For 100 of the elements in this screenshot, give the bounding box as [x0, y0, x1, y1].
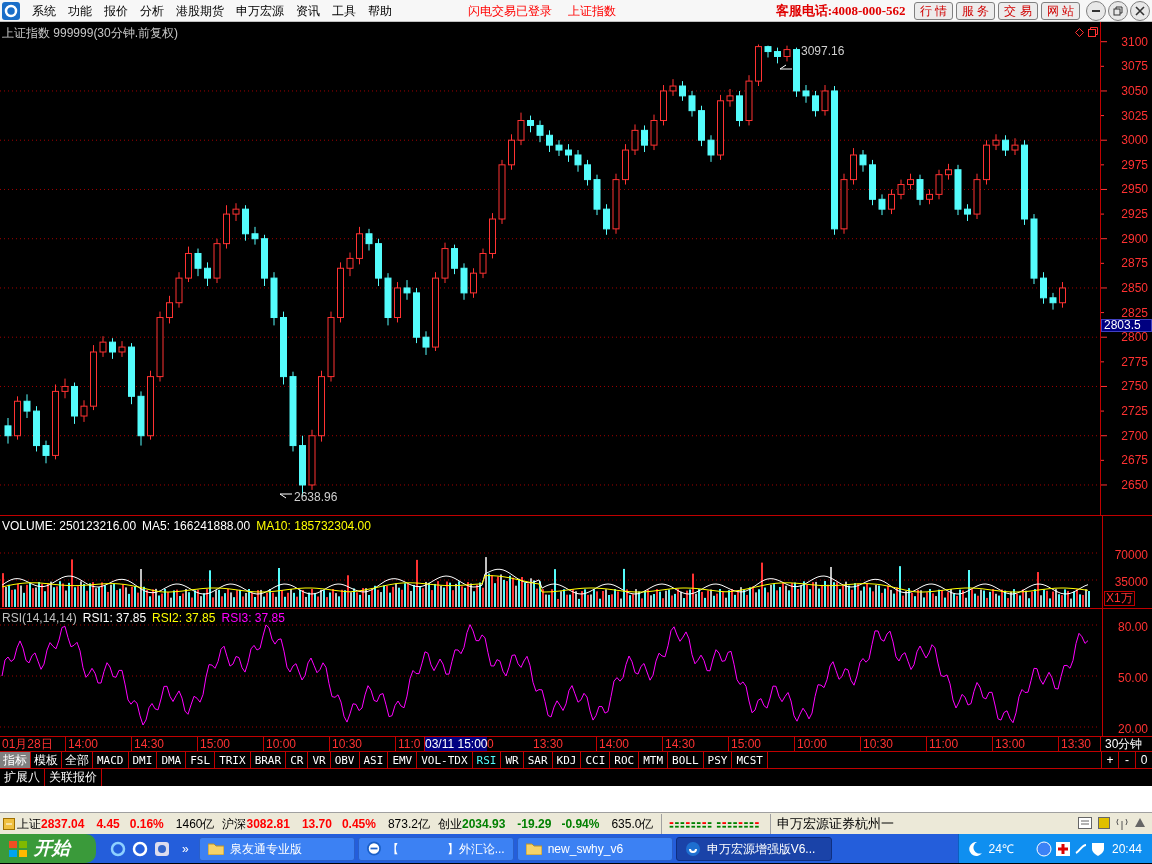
candlestick: [536, 120, 544, 143]
taskbar-button[interactable]: 泉友通专业版: [198, 836, 355, 861]
candlestick: [156, 311, 164, 383]
tick-mark: [1101, 213, 1105, 215]
start-button[interactable]: 开始: [0, 834, 96, 863]
indicator-tab[interactable]: PSY: [703, 752, 733, 768]
candlestick: [745, 74, 753, 126]
indicator-tab[interactable]: EMV: [388, 752, 418, 768]
candlestick: [821, 84, 829, 117]
candlestick: [403, 279, 411, 301]
candlestick: [4, 417, 12, 445]
zoom-button[interactable]: +: [1101, 752, 1118, 768]
candlestick: [593, 174, 601, 216]
candlestick: [128, 342, 135, 405]
taskbar-button[interactable]: new_swhy_v6: [516, 836, 673, 861]
index-percent: 0.16%: [129, 815, 164, 833]
indicator-tab[interactable]: CR: [286, 752, 309, 768]
tick-mark: [1101, 410, 1105, 412]
indicator-tab[interactable]: FSL: [186, 752, 216, 768]
candlestick: [669, 78, 677, 97]
menu-item[interactable]: 港股期货: [170, 2, 230, 19]
menu-item[interactable]: 申万宏源: [230, 2, 290, 19]
tick-mark: [1101, 41, 1108, 43]
mode-tab[interactable]: 模板: [31, 752, 62, 768]
candlestick: [555, 139, 563, 157]
mode-tab[interactable]: 全部: [62, 752, 93, 768]
candlestick: [840, 173, 848, 235]
notice-link[interactable]: 闪电交易已登录: [468, 2, 552, 19]
indicator-tab[interactable]: OBV: [330, 752, 360, 768]
candlestick: [574, 149, 582, 173]
zoom-button[interactable]: -: [1118, 752, 1135, 768]
indicator-tab[interactable]: SAR: [523, 752, 553, 768]
indicator-tab[interactable]: VR: [308, 752, 331, 768]
indicator-tab[interactable]: ASI: [359, 752, 389, 768]
indicator-tab[interactable]: RSI: [472, 752, 502, 768]
menu-item[interactable]: 报价: [98, 2, 134, 19]
candlestick: [451, 244, 458, 275]
indicator-tab[interactable]: MCST: [732, 752, 768, 768]
index-amount: 635.0亿: [611, 815, 654, 833]
service-button[interactable]: 网 站: [1040, 1, 1080, 20]
indicator-tab[interactable]: VOL-TDX: [417, 752, 473, 768]
candlestick: [61, 378, 69, 399]
menu-item[interactable]: 系统: [26, 2, 62, 19]
indicator-tab[interactable]: DMI: [128, 752, 158, 768]
windows-logo-icon: [8, 839, 28, 858]
browser-icon[interactable]: [110, 840, 126, 857]
menu-item[interactable]: 功能: [62, 2, 98, 19]
zoom-button[interactable]: 0: [1135, 752, 1152, 768]
price-axis-label: 3000: [1121, 135, 1148, 147]
tick-mark: [1101, 459, 1105, 461]
candlestick: [954, 164, 962, 216]
indicator-tab[interactable]: WR: [501, 752, 524, 768]
index-name: 沪深: [222, 815, 247, 833]
service-button[interactable]: 服 务: [955, 1, 996, 20]
rsi-axis-label: 80.00: [1117, 619, 1148, 636]
price-axis-label: 3025: [1121, 110, 1148, 122]
hotline-text: 客服电话:4008-000-562: [775, 1, 906, 20]
candlestick: [517, 112, 525, 146]
candlestick: [460, 262, 468, 301]
time-axis-label: 10:00: [264, 737, 330, 751]
media-icon[interactable]: [154, 840, 170, 857]
indicator-tab[interactable]: TRIX: [215, 752, 251, 768]
candlestick: [612, 173, 620, 235]
candlestick: [23, 393, 31, 419]
candlestick: [194, 248, 202, 277]
mode-tab[interactable]: 指标: [0, 752, 31, 768]
taskbar-button[interactable]: 申万宏源增强版V6...: [675, 836, 832, 861]
service-button[interactable]: 交 易: [998, 1, 1038, 20]
candlestick: [413, 287, 420, 344]
low-price-label: 2638.96: [294, 489, 338, 506]
menu-item[interactable]: 帮助: [362, 2, 398, 19]
candlestick: [736, 90, 743, 127]
indicator-tab[interactable]: MTM: [639, 752, 669, 768]
indicator-tab[interactable]: KDJ: [552, 752, 582, 768]
menu-item[interactable]: 分析: [134, 2, 170, 19]
candlestick: [470, 267, 477, 299]
minimize-button[interactable]: [1086, 0, 1106, 21]
menu-item[interactable]: 工具: [326, 2, 362, 19]
candlestick: [375, 238, 382, 287]
candlestick: [365, 228, 373, 252]
price-axis-label: 2975: [1121, 159, 1148, 171]
close-button[interactable]: [1130, 0, 1150, 21]
service-button[interactable]: 行 情: [913, 1, 953, 20]
candlestick: [109, 337, 116, 360]
notice-link[interactable]: 上证指数: [568, 2, 616, 19]
indicator-tab[interactable]: ROC: [610, 752, 640, 768]
indicator-tab[interactable]: BOLL: [668, 752, 704, 768]
indicator-tab[interactable]: CCI: [581, 752, 611, 768]
index-change: -19.29: [517, 815, 552, 833]
indicator-tab[interactable]: BRAR: [250, 752, 287, 768]
high-price-label: 3097.16: [801, 43, 845, 60]
taskbar-button[interactable]: 【 】外汇论...: [357, 836, 514, 861]
restore-button[interactable]: [1108, 0, 1128, 21]
more-button[interactable]: »: [182, 839, 189, 858]
index-price: 2837.04: [41, 815, 85, 833]
folder-icon: [207, 842, 224, 855]
menu-item[interactable]: 资讯: [290, 2, 326, 19]
indicator-tab[interactable]: MACD: [93, 752, 129, 768]
price-axis-label: 2725: [1121, 406, 1148, 418]
indicator-tab[interactable]: DMA: [157, 752, 187, 768]
